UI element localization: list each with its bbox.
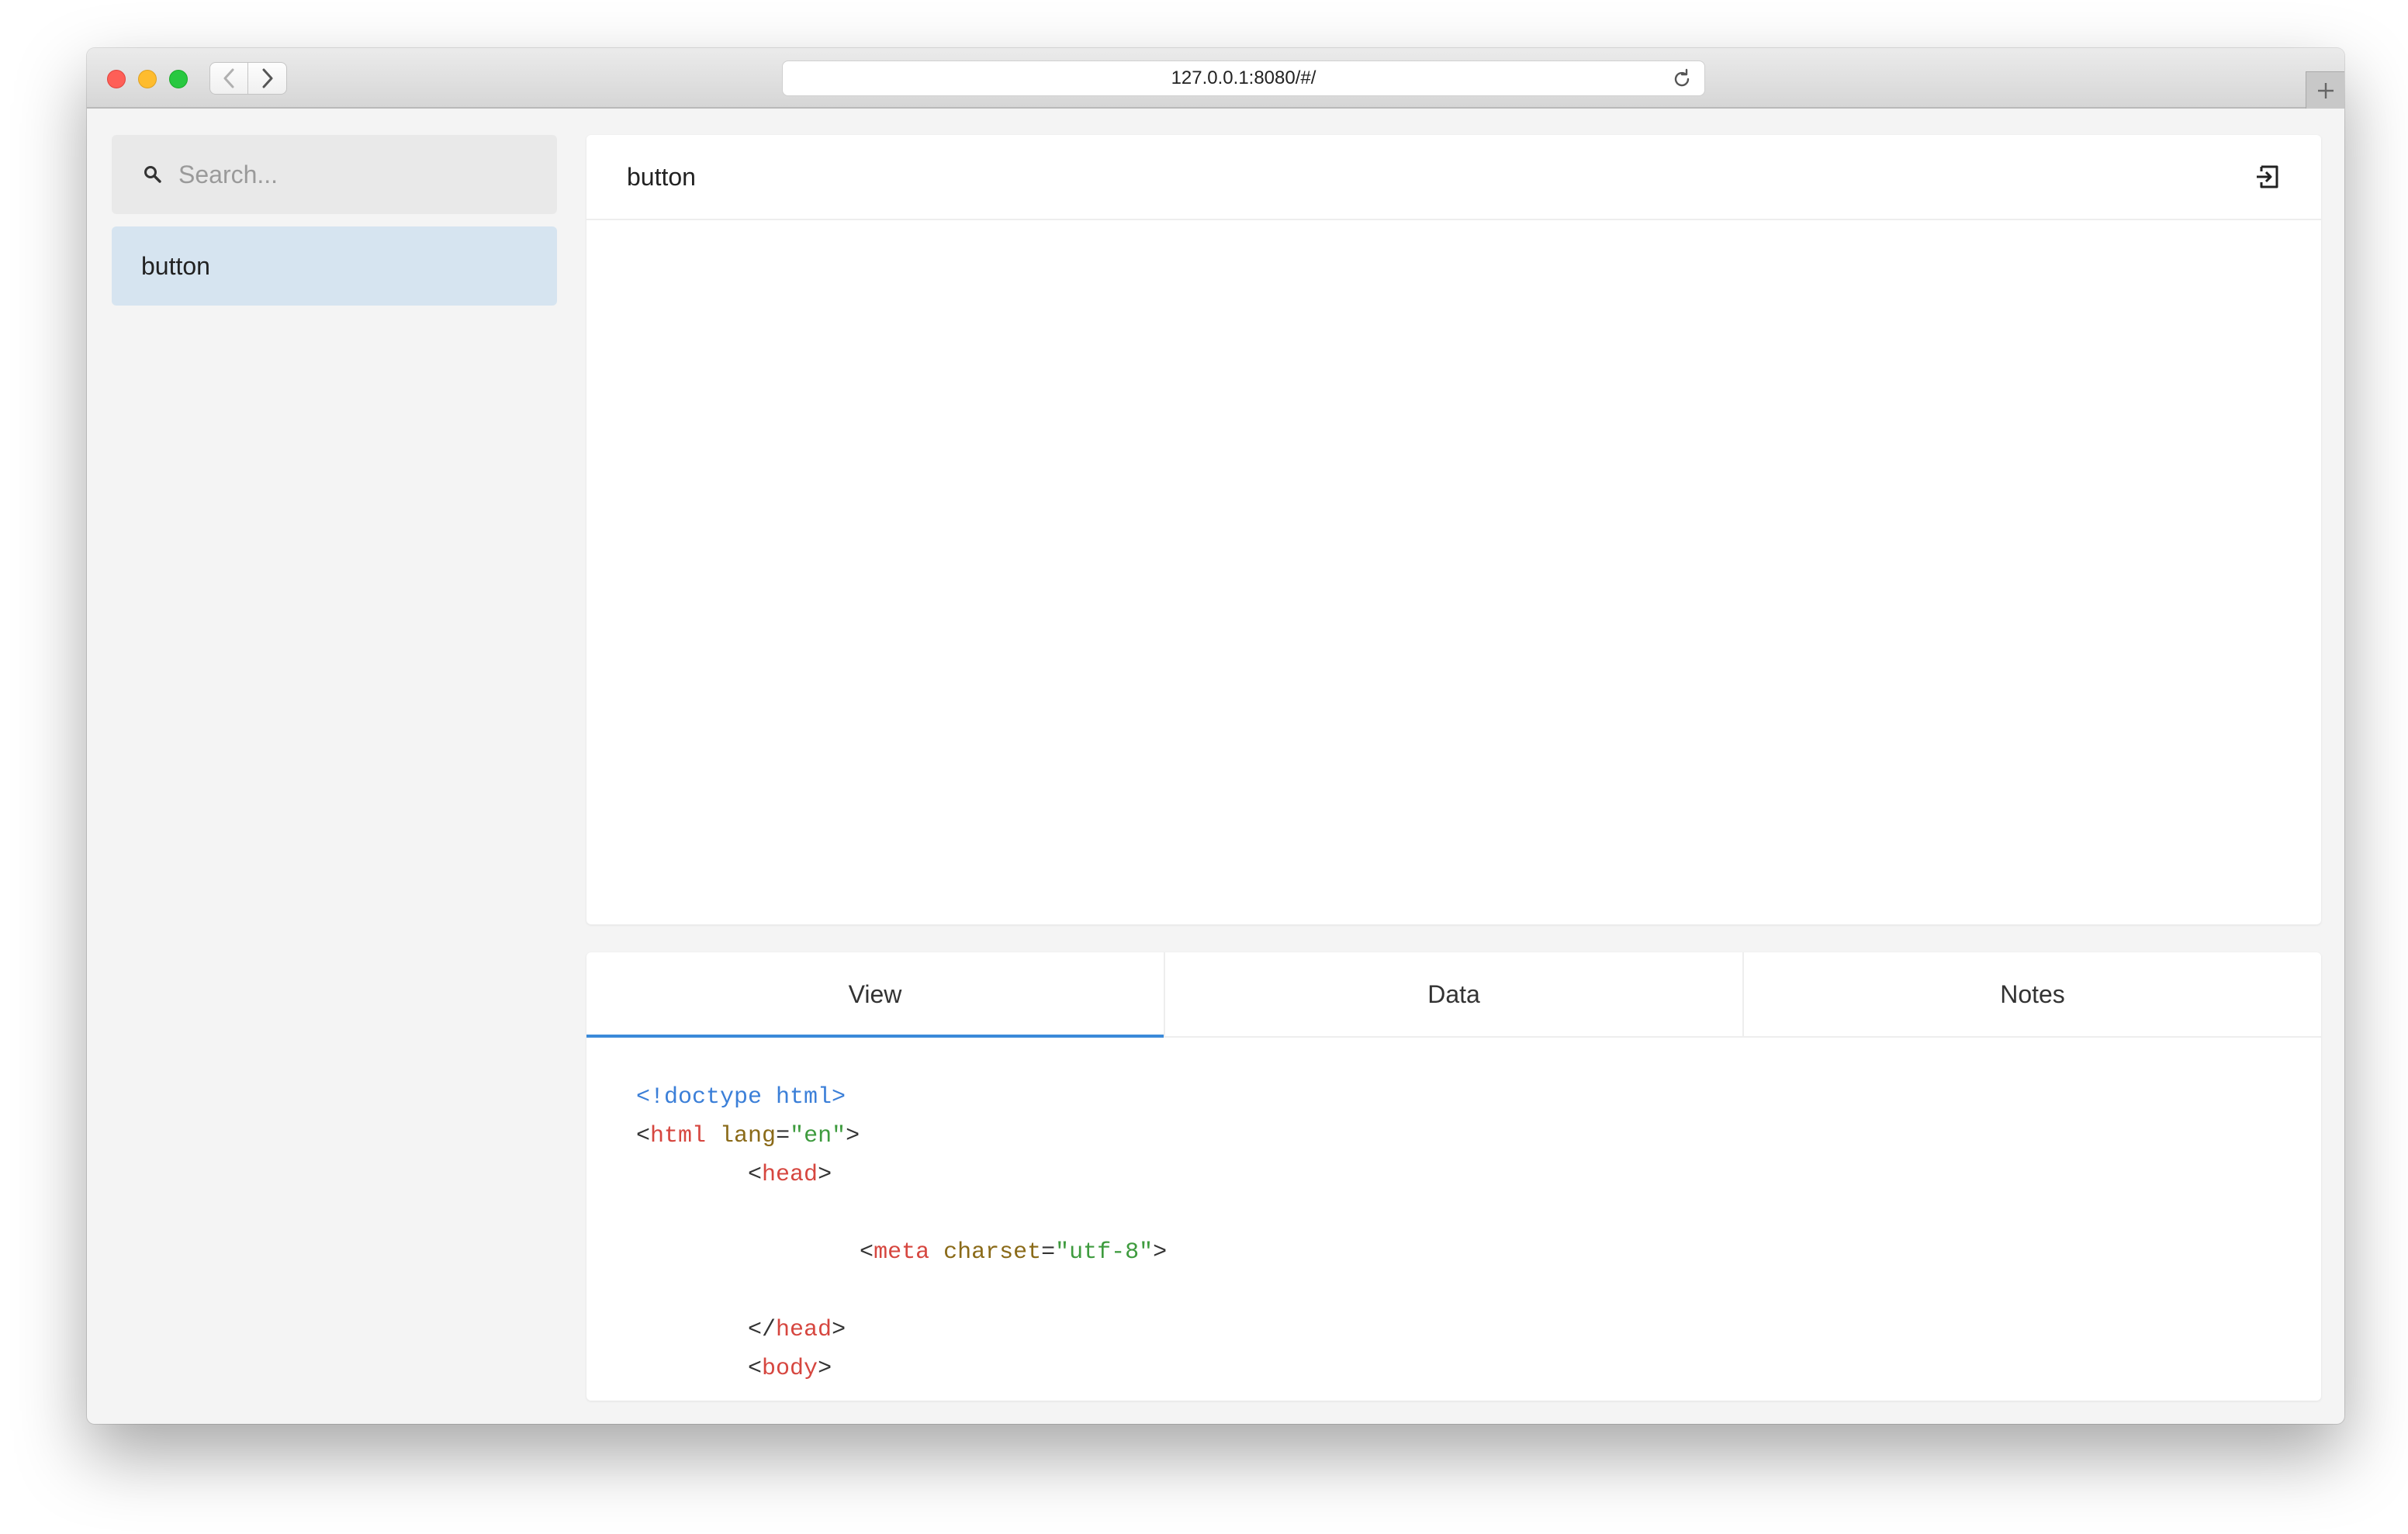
preview-canvas	[586, 220, 2321, 923]
source-panel: View Data Notes <!doctype html> <html lan…	[586, 952, 2321, 1401]
code-string: "en"	[790, 1123, 846, 1149]
open-external-icon[interactable]	[2254, 164, 2281, 190]
code-doctype: <!doctype html>	[636, 1084, 846, 1111]
tab-label: Data	[1427, 979, 1480, 1008]
code-tag: body	[762, 1356, 818, 1382]
code-tag: head	[762, 1162, 818, 1188]
tab-bar: View Data Notes	[586, 952, 2321, 1038]
code-line: <meta charset="utf-8">	[636, 1233, 2271, 1272]
title-bar: 127.0.0.1:8080/#/	[87, 48, 2344, 109]
new-tab-button[interactable]	[2306, 71, 2344, 109]
chevron-left-icon	[223, 68, 234, 88]
code-string: "utf-8"	[1055, 1239, 1154, 1266]
address-bar[interactable]: 127.0.0.1:8080/#/	[782, 60, 1705, 96]
search-input[interactable]	[177, 159, 534, 190]
minimize-window-button[interactable]	[138, 70, 157, 88]
code-attr: lang	[720, 1123, 777, 1149]
code-punct: </	[748, 1317, 777, 1343]
tab-label: View	[848, 979, 902, 1008]
code-punct: >	[818, 1356, 832, 1382]
preview-header: button	[586, 135, 2321, 220]
code-tag: meta	[874, 1239, 930, 1266]
sidebar-item-label: button	[141, 251, 210, 280]
close-window-button[interactable]	[107, 70, 126, 88]
code-punct: >	[818, 1162, 832, 1188]
code-tag: head	[776, 1317, 832, 1343]
forward-button[interactable]	[248, 62, 287, 95]
zoom-window-button[interactable]	[169, 70, 188, 88]
code-line: <head>	[636, 1156, 2271, 1194]
code-tag: html	[650, 1123, 707, 1149]
tab-data[interactable]: Data	[1165, 952, 1744, 1036]
code-line: <!doctype html>	[636, 1078, 2271, 1117]
chevron-right-icon	[262, 68, 272, 88]
code-line: </head>	[636, 1311, 2271, 1349]
tab-view[interactable]: View	[586, 952, 1165, 1038]
code-punct: =	[1041, 1239, 1056, 1266]
code-view: <!doctype html> <html lang="en"> <head> <…	[586, 1038, 2321, 1401]
code-punct: <	[748, 1356, 763, 1382]
back-button[interactable]	[209, 62, 248, 95]
reload-icon[interactable]	[1670, 67, 1694, 91]
tab-notes[interactable]: Notes	[1744, 952, 2321, 1036]
code-line: <html lang="en">	[636, 1117, 2271, 1156]
code-punct: <	[748, 1162, 763, 1188]
search-icon	[144, 166, 161, 183]
code-punct: =	[776, 1123, 791, 1149]
tab-label: Notes	[2000, 979, 2065, 1008]
code-punct: >	[1153, 1239, 1168, 1266]
sidebar-item-button[interactable]: button	[112, 226, 557, 306]
plus-icon	[2317, 82, 2334, 98]
code-punct: <	[860, 1239, 874, 1266]
url-text: 127.0.0.1:8080/#/	[1171, 67, 1316, 88]
code-punct: >	[846, 1123, 860, 1149]
search-box[interactable]	[112, 135, 557, 214]
browser-window: 127.0.0.1:8080/#/ button button	[87, 48, 2344, 1424]
preview-panel: button	[586, 135, 2321, 924]
preview-title: button	[627, 162, 696, 191]
code-attr: charset	[943, 1239, 1042, 1266]
code-punct: >	[832, 1317, 846, 1343]
code-punct: <	[636, 1123, 651, 1149]
code-line: <body>	[636, 1349, 2271, 1388]
